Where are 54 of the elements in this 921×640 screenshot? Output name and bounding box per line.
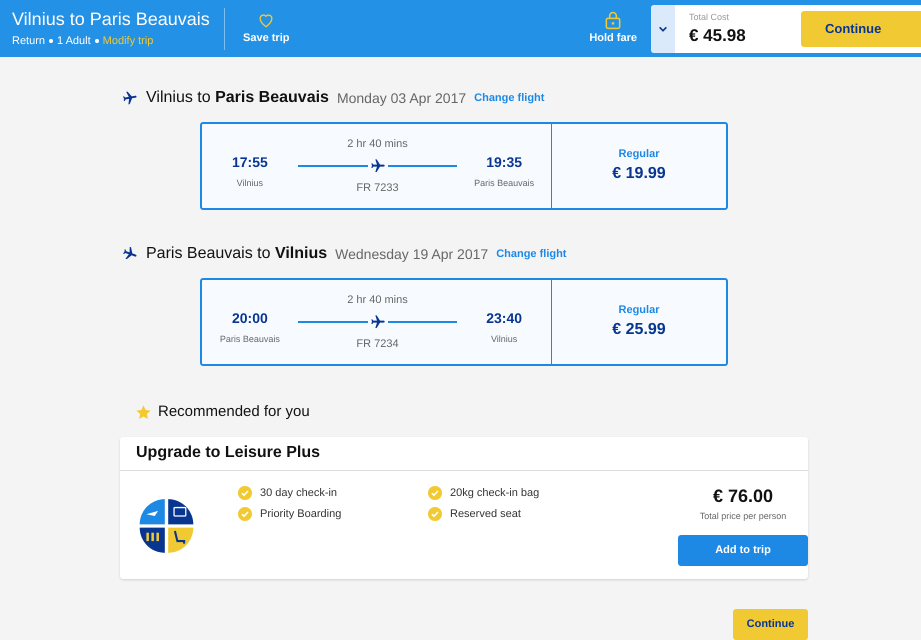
hold-fare-button[interactable]: Hold fare bbox=[589, 10, 637, 47]
passenger-count: 1 Adult bbox=[57, 34, 91, 49]
price-note: Total price per person bbox=[700, 510, 786, 523]
flight-number: FR 7233 bbox=[356, 181, 399, 196]
departure-city: Vilnius bbox=[236, 176, 264, 190]
trip-type: Return bbox=[12, 34, 46, 49]
add-to-trip-button[interactable]: Add to trip bbox=[678, 535, 808, 566]
feature-text: Reserved seat bbox=[450, 506, 521, 522]
feature-text: Priority Boarding bbox=[260, 506, 342, 522]
check-icon bbox=[238, 507, 252, 521]
fare-type: Regular bbox=[618, 302, 660, 318]
fare-type: Regular bbox=[618, 146, 660, 162]
check-icon bbox=[238, 486, 252, 500]
departure-city: Paris Beauvais bbox=[220, 332, 280, 346]
change-flight-link[interactable]: Change flight bbox=[496, 246, 566, 262]
departure-time: 20:00 bbox=[232, 308, 268, 328]
expand-button[interactable] bbox=[651, 4, 675, 52]
flight-duration: 2 hr 40 mins bbox=[347, 292, 408, 308]
departure-time: 17:55 bbox=[232, 152, 268, 172]
change-flight-link[interactable]: Change flight bbox=[474, 90, 544, 106]
flight-number: FR 7234 bbox=[356, 337, 399, 352]
total-cost-label: Total Cost bbox=[689, 11, 730, 24]
check-icon bbox=[428, 486, 442, 500]
arrival-time: 23:40 bbox=[486, 308, 522, 328]
upgrade-price: € 76.00 bbox=[712, 484, 774, 508]
flight-heading: Vilnius to Paris Beauvais bbox=[146, 88, 329, 108]
continue-button[interactable]: Continue bbox=[801, 10, 921, 46]
feature-text: 20kg check-in bag bbox=[450, 486, 540, 501]
fare-price: € 19.99 bbox=[612, 164, 666, 184]
flight-card[interactable]: 17:55 Vilnius 2 hr 40 mins FR 7233 19:35 Paris Beauvais Regular € 19.99 bbox=[200, 122, 728, 210]
check-icon bbox=[428, 507, 442, 521]
trip-title: Vilnius to Paris Beauvais bbox=[12, 8, 211, 30]
lock-icon bbox=[603, 10, 624, 30]
total-cost-value: € 45.98 bbox=[689, 24, 747, 46]
flight-heading: Paris Beauvais to Vilnius bbox=[146, 244, 328, 264]
save-trip-button[interactable]: Save trip bbox=[243, 10, 290, 47]
plane-icon bbox=[370, 158, 386, 174]
section-heading: Recommended for you bbox=[158, 402, 310, 422]
modify-trip-link[interactable]: Modify trip bbox=[102, 33, 154, 50]
star-icon bbox=[135, 404, 152, 421]
flight-card[interactable]: 20:00 Paris Beauvais 2 hr 40 mins FR 7234 23:40 Vilnius Regular € 25.99 bbox=[200, 278, 728, 366]
plane-icon bbox=[370, 314, 386, 330]
flight-date: Wednesday 19 Apr 2017 bbox=[335, 244, 488, 264]
feature-text: 30 day check-in bbox=[260, 486, 338, 501]
upgrade-title: Upgrade to Leisure Plus bbox=[136, 443, 320, 463]
arrival-city: Vilnius bbox=[490, 332, 518, 346]
arrival-city: Paris Beauvais bbox=[474, 176, 534, 190]
fare-price: € 25.99 bbox=[612, 320, 666, 340]
plane-icon bbox=[120, 88, 140, 108]
flight-date: Monday 03 Apr 2017 bbox=[336, 88, 466, 108]
chevron-down-icon bbox=[658, 24, 668, 34]
flight-duration: 2 hr 40 mins bbox=[347, 136, 408, 152]
continue-button[interactable]: Continue bbox=[733, 609, 808, 640]
arrival-time: 19:35 bbox=[486, 152, 522, 172]
